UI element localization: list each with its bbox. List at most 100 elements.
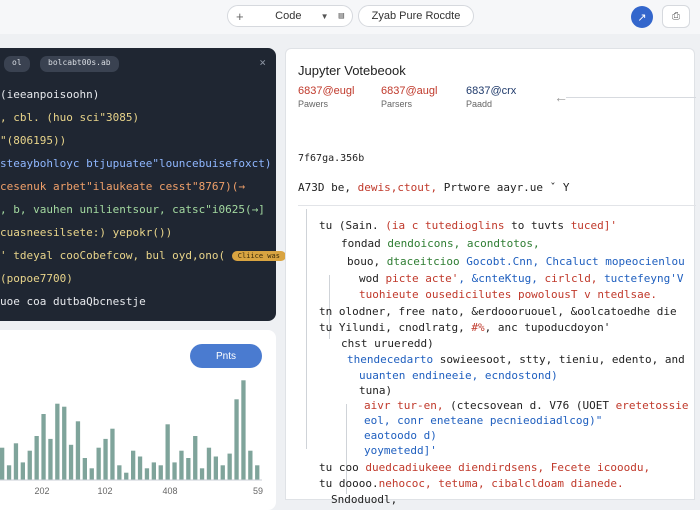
code-token: dtaceitcioo xyxy=(386,255,460,268)
code-token: tu doooo. xyxy=(319,477,379,490)
chart-bar xyxy=(193,436,198,480)
x-tick-label: 408 xyxy=(162,486,177,496)
stat-value: 6837@augl xyxy=(381,85,438,97)
x-tick-label: 59 xyxy=(253,486,263,496)
terminal-line: , b, vauhen unilientsour, catsc"i0625(→] xyxy=(0,203,265,216)
chart-bar xyxy=(227,453,232,480)
code-token: yoymetedd]' xyxy=(364,444,437,457)
code-token: (ia c tutedioglins xyxy=(385,219,505,232)
chart-bar xyxy=(41,414,46,480)
code-token: tuced]' xyxy=(570,219,618,232)
terminal-line: cesenuk arbet"ilaukeate cesst"8767)(→ xyxy=(0,180,246,193)
chart-bar xyxy=(62,406,67,480)
code-line: uuanten endineeie, ecndostond) xyxy=(359,369,558,382)
code-cell-selector[interactable]: + Code ▼ ▤ xyxy=(227,5,353,27)
add-cell-icon[interactable]: + xyxy=(236,9,256,24)
code-token: bouo, xyxy=(347,255,387,268)
code-token: tuna) xyxy=(359,384,393,397)
code-token: chst urueredd) xyxy=(341,337,434,350)
code-line: chst urueredd) xyxy=(341,337,434,350)
stat-caption: Pawers xyxy=(298,99,329,109)
code-token: eretetossie xyxy=(615,399,689,412)
x-tick-label: 202 xyxy=(34,486,49,496)
code-token: eaotoodo d) xyxy=(364,429,437,442)
chart-bar xyxy=(206,447,212,480)
heading-part: A73D be, xyxy=(298,181,358,194)
code-token: Fecete icooodu, xyxy=(550,461,651,474)
notebook-title: Jupyter Votebeook xyxy=(298,63,406,78)
bar-chart: 202 102 408 59 xyxy=(0,380,263,496)
chart-bar xyxy=(89,468,94,480)
chart-bar xyxy=(48,438,53,480)
code-token: wod xyxy=(359,272,386,285)
save-icon: ⎙ xyxy=(672,11,680,22)
chart-bar xyxy=(144,468,150,480)
chart-bar xyxy=(124,472,129,480)
share-icon: ↗ xyxy=(637,11,647,24)
chart-bar xyxy=(220,465,225,480)
chart-bar xyxy=(199,468,205,480)
code-line: yoymetedd]' xyxy=(364,444,437,457)
code-token: free nato, &erdoooruouel, &oolcatoedhe d… xyxy=(398,305,677,318)
cell-subheading: 7f67ga.356b xyxy=(298,153,365,164)
code-line: tuna) xyxy=(359,384,392,397)
code-token: , anc tupoducdoyon' xyxy=(484,321,611,334)
code-line: tuohieute ousedicilutes powolousT v nted… xyxy=(359,288,657,301)
stat-value: 6837@eugl xyxy=(298,85,355,97)
stat-item: 6837@augl Parsers xyxy=(381,85,437,109)
chart-bar xyxy=(13,443,19,480)
stat-item: 6837@eugl Pawers xyxy=(298,85,354,109)
terminal-line: cuasneesilsete:) yepokr()) xyxy=(0,226,173,239)
code-token: duedcadiukeee diendirdsens, xyxy=(365,461,551,474)
chart-bar xyxy=(137,456,143,480)
close-icon[interactable]: ⨯ xyxy=(259,56,266,69)
code-token: , &cnteKtug, xyxy=(458,272,545,285)
chart-bar xyxy=(165,424,170,480)
chart-bar xyxy=(75,421,81,480)
code-token: fondad xyxy=(341,237,388,250)
code-line: tu Yilundi, cnodlratg, #%, anc tupoducdo… xyxy=(319,321,610,334)
status-badge: Cliice was xyxy=(231,251,286,261)
indent-guide xyxy=(306,209,307,449)
code-token: cirlcld, xyxy=(544,272,605,285)
code-token: tuctefeyng'V xyxy=(604,272,684,285)
divider xyxy=(566,97,696,98)
code-token: tuohieute ousedicilutes powolousT v nted… xyxy=(359,288,658,301)
code-line: bouo, dtaceitcioo Gocobt.Cnn, Chcaluct m… xyxy=(347,255,685,268)
terminal-tab-2[interactable]: bolcabt00s.ab xyxy=(40,56,119,72)
code-token: tu coo xyxy=(319,461,366,474)
chart-bar xyxy=(241,380,246,480)
stat-caption: Parsers xyxy=(381,99,413,109)
heading-part: Prtwore aayr.ue ˇ Y xyxy=(437,181,570,194)
code-token: to tuvts xyxy=(504,219,571,232)
cell-type-label: Code xyxy=(275,10,302,22)
save-button[interactable]: ⎙ xyxy=(662,5,690,28)
terminal-line: uoe coa dutbaQbcnestje xyxy=(0,295,146,308)
share-button[interactable]: ↗ xyxy=(631,6,653,28)
terminal-panel: ol bolcabt00s.ab ⨯ (ieeanpoisoohn) , cbl… xyxy=(0,48,286,321)
terminal-line: , cbl. (huo sci"3085) xyxy=(0,111,140,124)
chart-bar xyxy=(151,462,156,480)
chart-bar xyxy=(82,458,87,480)
code-token: ecndostond) xyxy=(484,369,558,382)
kernel-selector[interactable]: Zyab Pure Rocdte xyxy=(358,5,474,27)
terminal-tab-1[interactable]: ol xyxy=(4,56,30,72)
stat-value: 6837@crx xyxy=(466,85,517,97)
code-line: wod picte acte', &cnteKtug, cirlcld, tuc… xyxy=(359,272,684,285)
divider xyxy=(298,205,696,206)
code-token: sowieesoot, stty, tieniu, edento, and xyxy=(439,353,685,366)
code-line: eaotoodo d) xyxy=(364,429,437,442)
code-token: aivr tur-en, xyxy=(364,399,451,412)
top-toolbar: + Code ▼ ▤ Zyab Pure Rocdte ↗ ⎙ xyxy=(0,0,700,34)
terminal-icon[interactable]: ▤ xyxy=(339,11,344,21)
chart-bar xyxy=(213,456,218,480)
code-line: tu doooo.nehococ, tetuma, cibalcldoam di… xyxy=(319,477,624,490)
chart-bar xyxy=(110,428,115,480)
chevron-down-icon[interactable]: ▼ xyxy=(321,12,329,21)
chart-bar xyxy=(255,465,260,480)
terminal-line-text: ' tdeyal cooCobefcow, bul oyd,ono( xyxy=(0,249,226,262)
code-token: Chcaluct mopeocienlou xyxy=(545,255,685,268)
code-token: nehococ, tetuma, cibalcldoam dianede. xyxy=(378,477,624,490)
terminal-line: ' tdeyal cooCobefcow, bul oyd,ono( Cliic… xyxy=(0,249,286,262)
code-line: eol, conr eneteane pecnieodiadlcog)" xyxy=(364,414,602,427)
